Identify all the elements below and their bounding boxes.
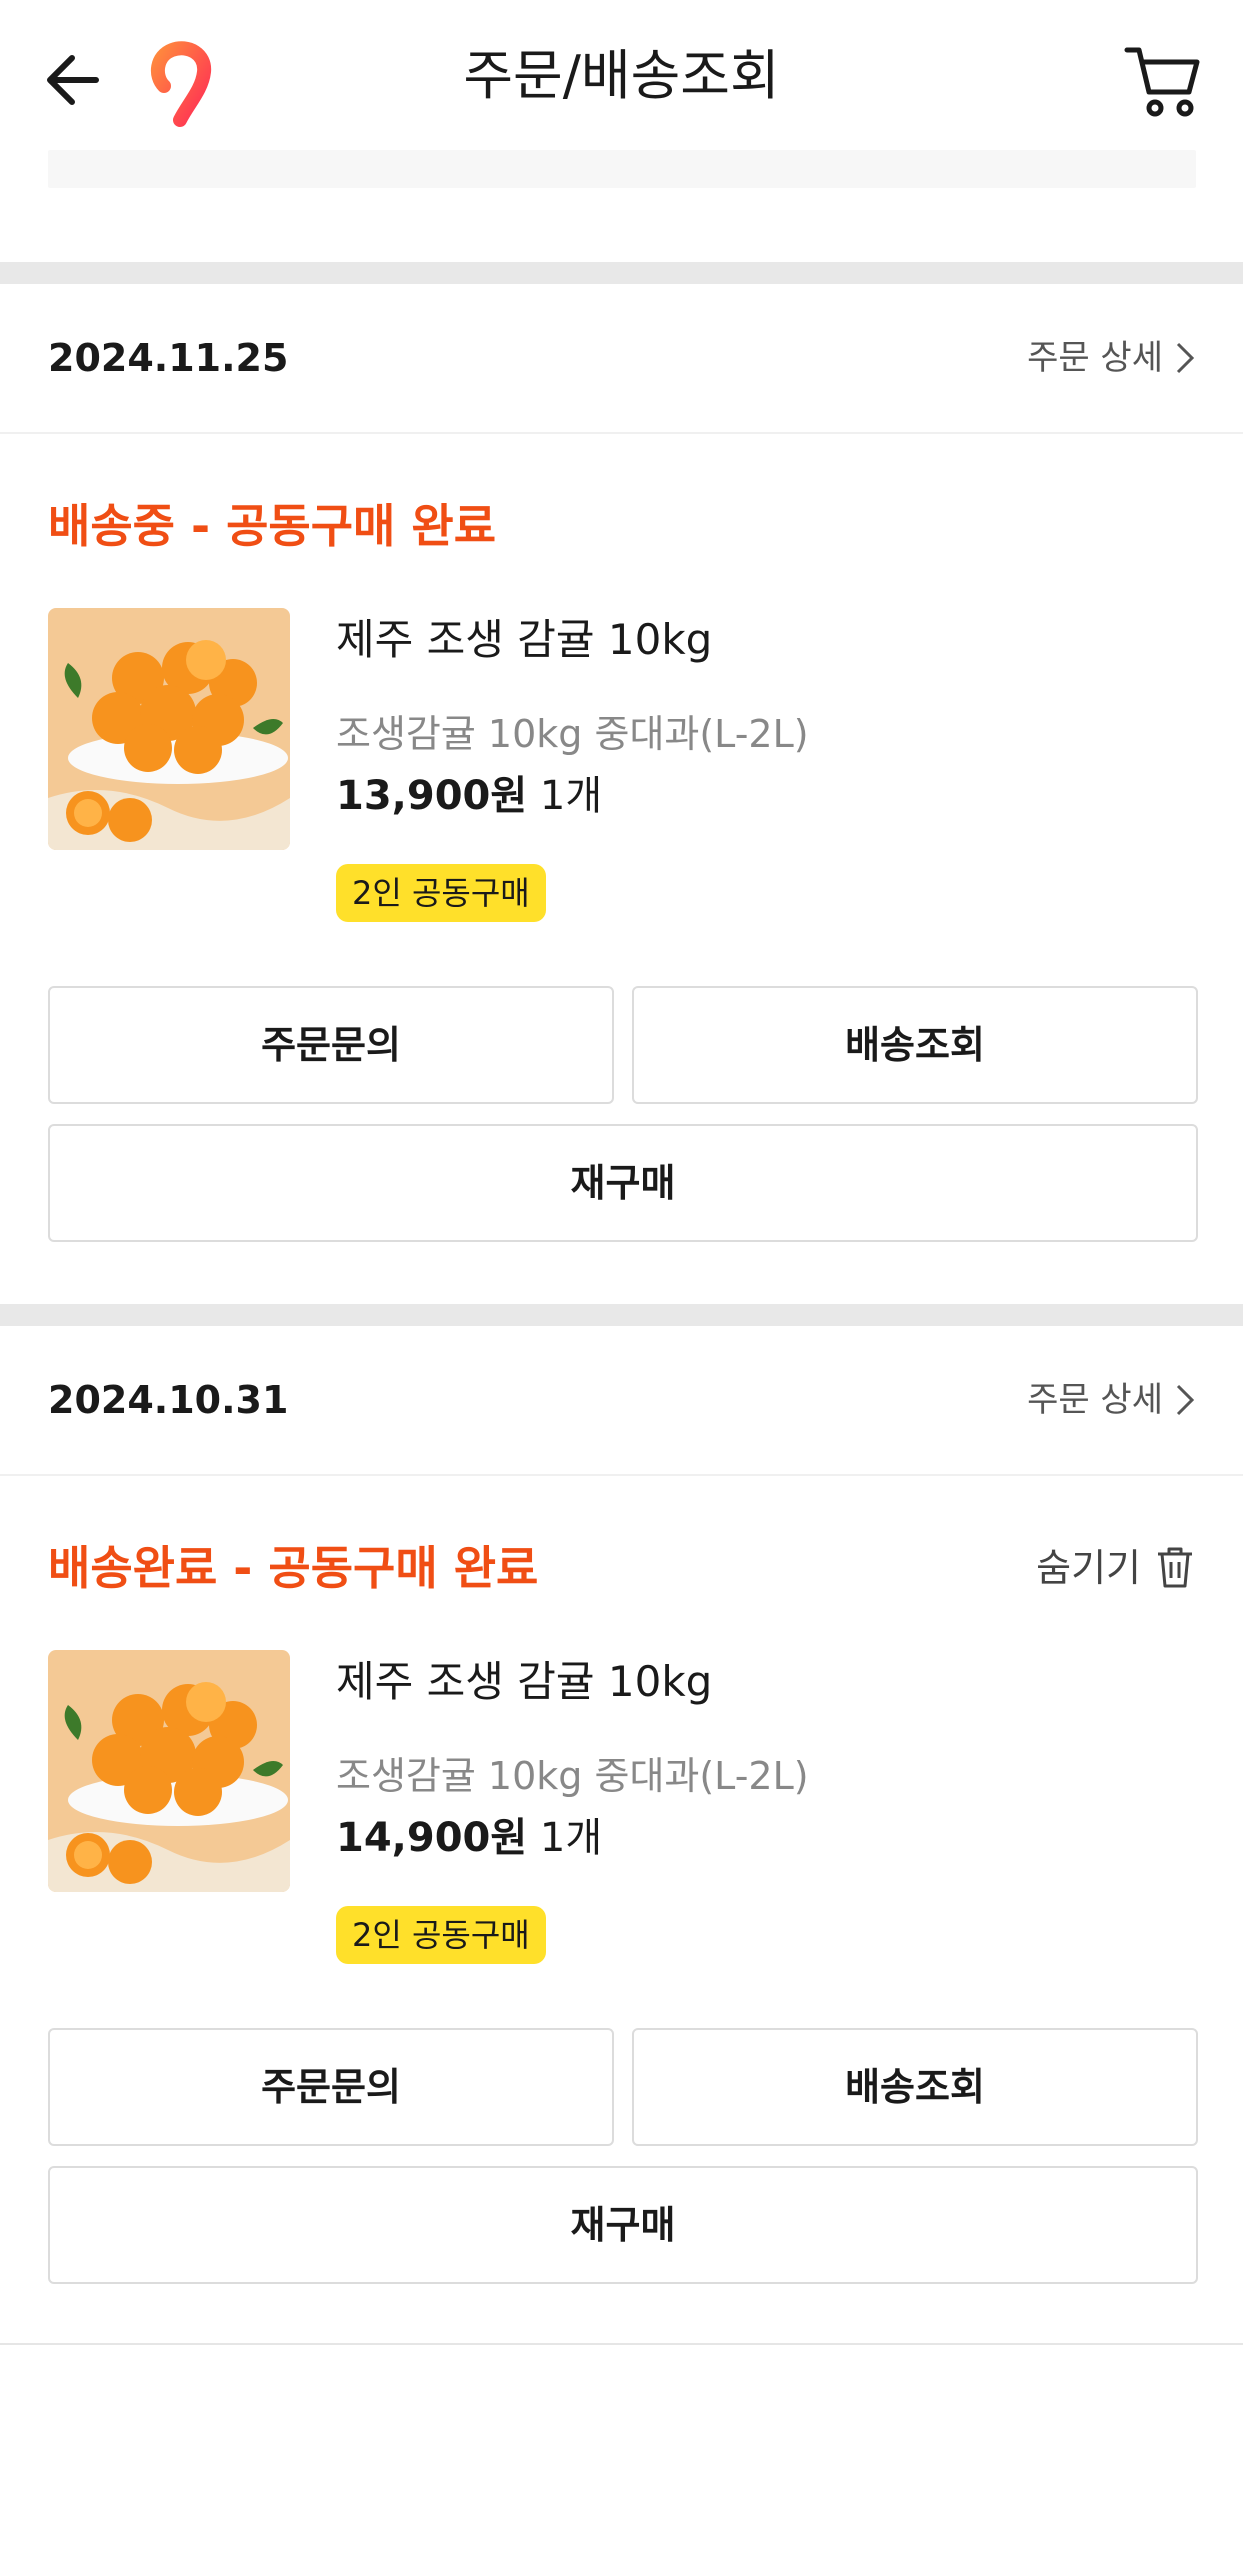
hide-label: 숨기기 — [1036, 1546, 1141, 1590]
product-option: 조생감귤 10kg 중대과(L-2L) — [336, 712, 809, 756]
product-name[interactable]: 제주 조생 감귤 10kg — [336, 610, 712, 670]
order-header: 2024.10.31 주문 상세 — [0, 1326, 1243, 1476]
delivery-tracking-button[interactable]: 배송조회 — [632, 986, 1198, 1104]
order-detail-label: 주문 상세 — [1027, 338, 1163, 378]
section-divider — [0, 1304, 1243, 1326]
group-buy-badge: 2인 공동구매 — [336, 1906, 546, 1964]
order-detail-link[interactable]: 주문 상세 — [1027, 1370, 1195, 1430]
product-price-row: 14,900원 1개 — [336, 1810, 602, 1866]
order-date: 2024.10.31 — [48, 1378, 289, 1422]
section-divider — [0, 262, 1243, 284]
top-filter-area — [48, 150, 1196, 188]
order-inquiry-button[interactable]: 주문문의 — [48, 2028, 614, 2146]
product-option: 조생감귤 10kg 중대과(L-2L) — [336, 1754, 809, 1798]
product-price: 13,900원 — [336, 773, 528, 819]
chevron-right-icon — [1176, 1384, 1195, 1416]
product-qty: 1개 — [539, 773, 603, 819]
product-image[interactable] — [48, 608, 290, 850]
order-card: 2024.11.25 주문 상세 배송중 - 공동구매 완료 제주 조생 감귤 … — [0, 284, 1243, 1304]
hide-order-button[interactable]: 숨기기 — [1036, 1538, 1195, 1598]
reorder-button[interactable]: 재구매 — [48, 2166, 1198, 2284]
order-detail-label: 주문 상세 — [1027, 1380, 1163, 1420]
order-status: 배송완료 - 공동구매 완료 — [48, 1541, 539, 1595]
group-buy-badge: 2인 공동구매 — [336, 864, 546, 922]
chevron-right-icon — [1176, 342, 1195, 374]
cart-icon — [1124, 47, 1200, 117]
order-inquiry-button[interactable]: 주문문의 — [48, 986, 614, 1104]
order-card: 2024.10.31 주문 상세 배송완료 - 공동구매 완료 숨기기 제주 조… — [0, 1326, 1243, 2343]
order-detail-link[interactable]: 주문 상세 — [1027, 328, 1195, 388]
app-header: 주문/배송조회 — [0, 0, 1243, 150]
list-end-divider — [0, 2343, 1243, 2345]
product-price: 14,900원 — [336, 1815, 528, 1861]
trash-icon — [1158, 1547, 1192, 1588]
product-name[interactable]: 제주 조생 감귤 10kg — [336, 1652, 712, 1712]
reorder-button[interactable]: 재구매 — [48, 1124, 1198, 1242]
order-date: 2024.11.25 — [48, 336, 289, 380]
product-price-row: 13,900원 1개 — [336, 768, 602, 824]
order-header: 2024.11.25 주문 상세 — [0, 284, 1243, 434]
product-qty: 1개 — [539, 1815, 603, 1861]
order-status: 배송중 - 공동구매 완료 — [48, 499, 497, 553]
cart-button[interactable] — [1123, 40, 1205, 122]
delivery-tracking-button[interactable]: 배송조회 — [632, 2028, 1198, 2146]
product-image[interactable] — [48, 1650, 290, 1892]
page-title: 주문/배송조회 — [463, 44, 780, 107]
